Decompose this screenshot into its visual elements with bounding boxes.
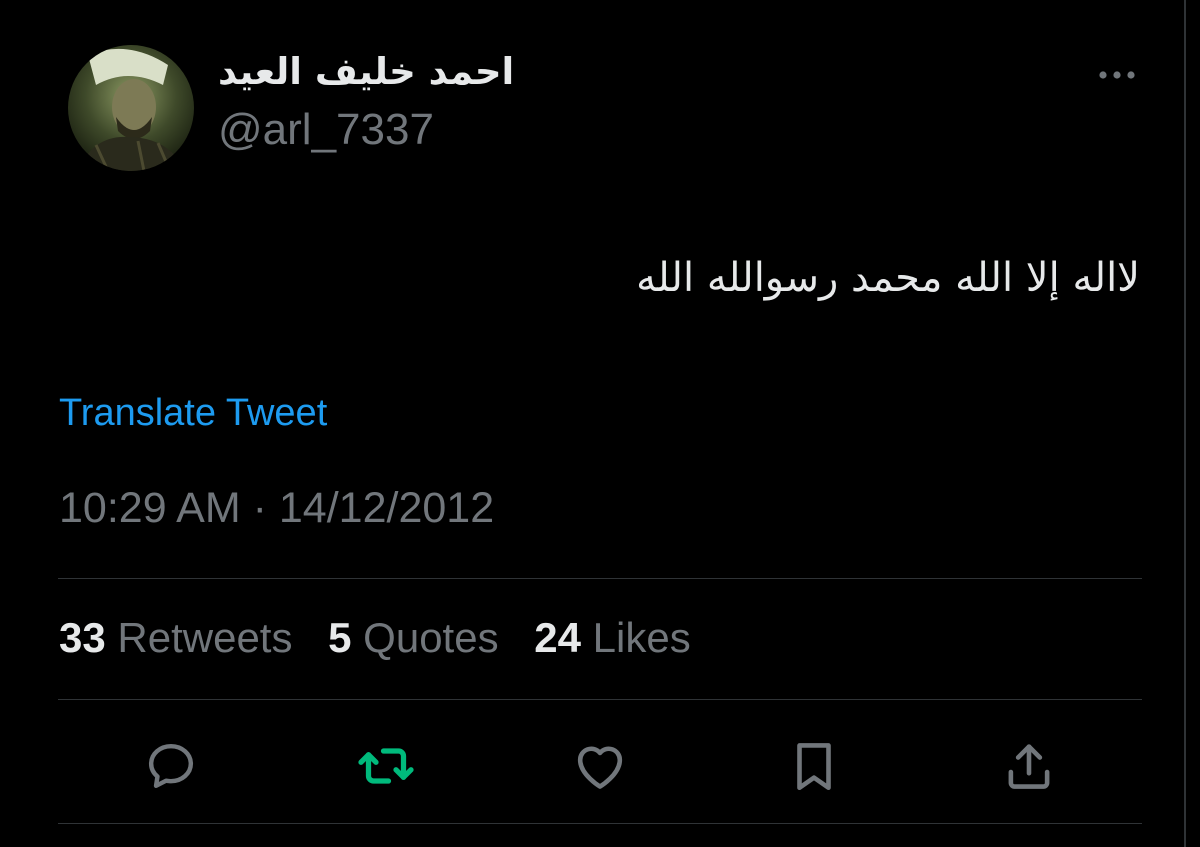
retweets-stat[interactable]: 33 Retweets — [59, 614, 292, 662]
translate-tweet-link[interactable]: Translate Tweet — [59, 392, 327, 435]
quotes-stat[interactable]: 5 Quotes — [328, 614, 498, 662]
quotes-count: 5 — [328, 614, 352, 661]
share-upload-icon — [1008, 744, 1050, 789]
ellipsis-icon — [1099, 71, 1135, 79]
like-button[interactable] — [570, 736, 630, 796]
column-border — [1184, 0, 1186, 847]
avatar[interactable] — [68, 45, 194, 171]
retweets-count: 33 — [59, 614, 106, 661]
likes-stat[interactable]: 24 Likes — [534, 614, 690, 662]
retweet-arrows-icon — [358, 748, 414, 784]
bookmark-button[interactable] — [784, 736, 844, 796]
likes-count: 24 — [534, 614, 581, 661]
bookmark-icon — [797, 743, 831, 791]
speech-bubble-icon — [148, 743, 194, 789]
tweet-timestamp[interactable]: 10:29 AM · 14/12/2012 — [59, 484, 494, 533]
reply-button[interactable] — [141, 736, 201, 796]
display-name[interactable]: احمد خليف العيد — [218, 50, 618, 102]
share-button[interactable] — [999, 736, 1059, 796]
heart-icon — [577, 746, 623, 789]
user-handle[interactable]: @arl_7337 — [218, 105, 434, 155]
profile-photo-icon — [68, 45, 194, 171]
divider — [58, 578, 1142, 579]
more-options-button[interactable] — [1090, 60, 1144, 90]
quotes-label: Quotes — [363, 614, 499, 661]
divider — [58, 823, 1142, 824]
tweet-text: لااله إلا الله محمد رسوالله الله — [636, 255, 1140, 301]
engagement-stats: 33 Retweets 5 Quotes 24 Likes — [59, 614, 715, 662]
retweet-button[interactable] — [356, 736, 416, 796]
divider — [58, 699, 1142, 700]
likes-label: Likes — [592, 614, 691, 661]
retweets-label: Retweets — [117, 614, 293, 661]
